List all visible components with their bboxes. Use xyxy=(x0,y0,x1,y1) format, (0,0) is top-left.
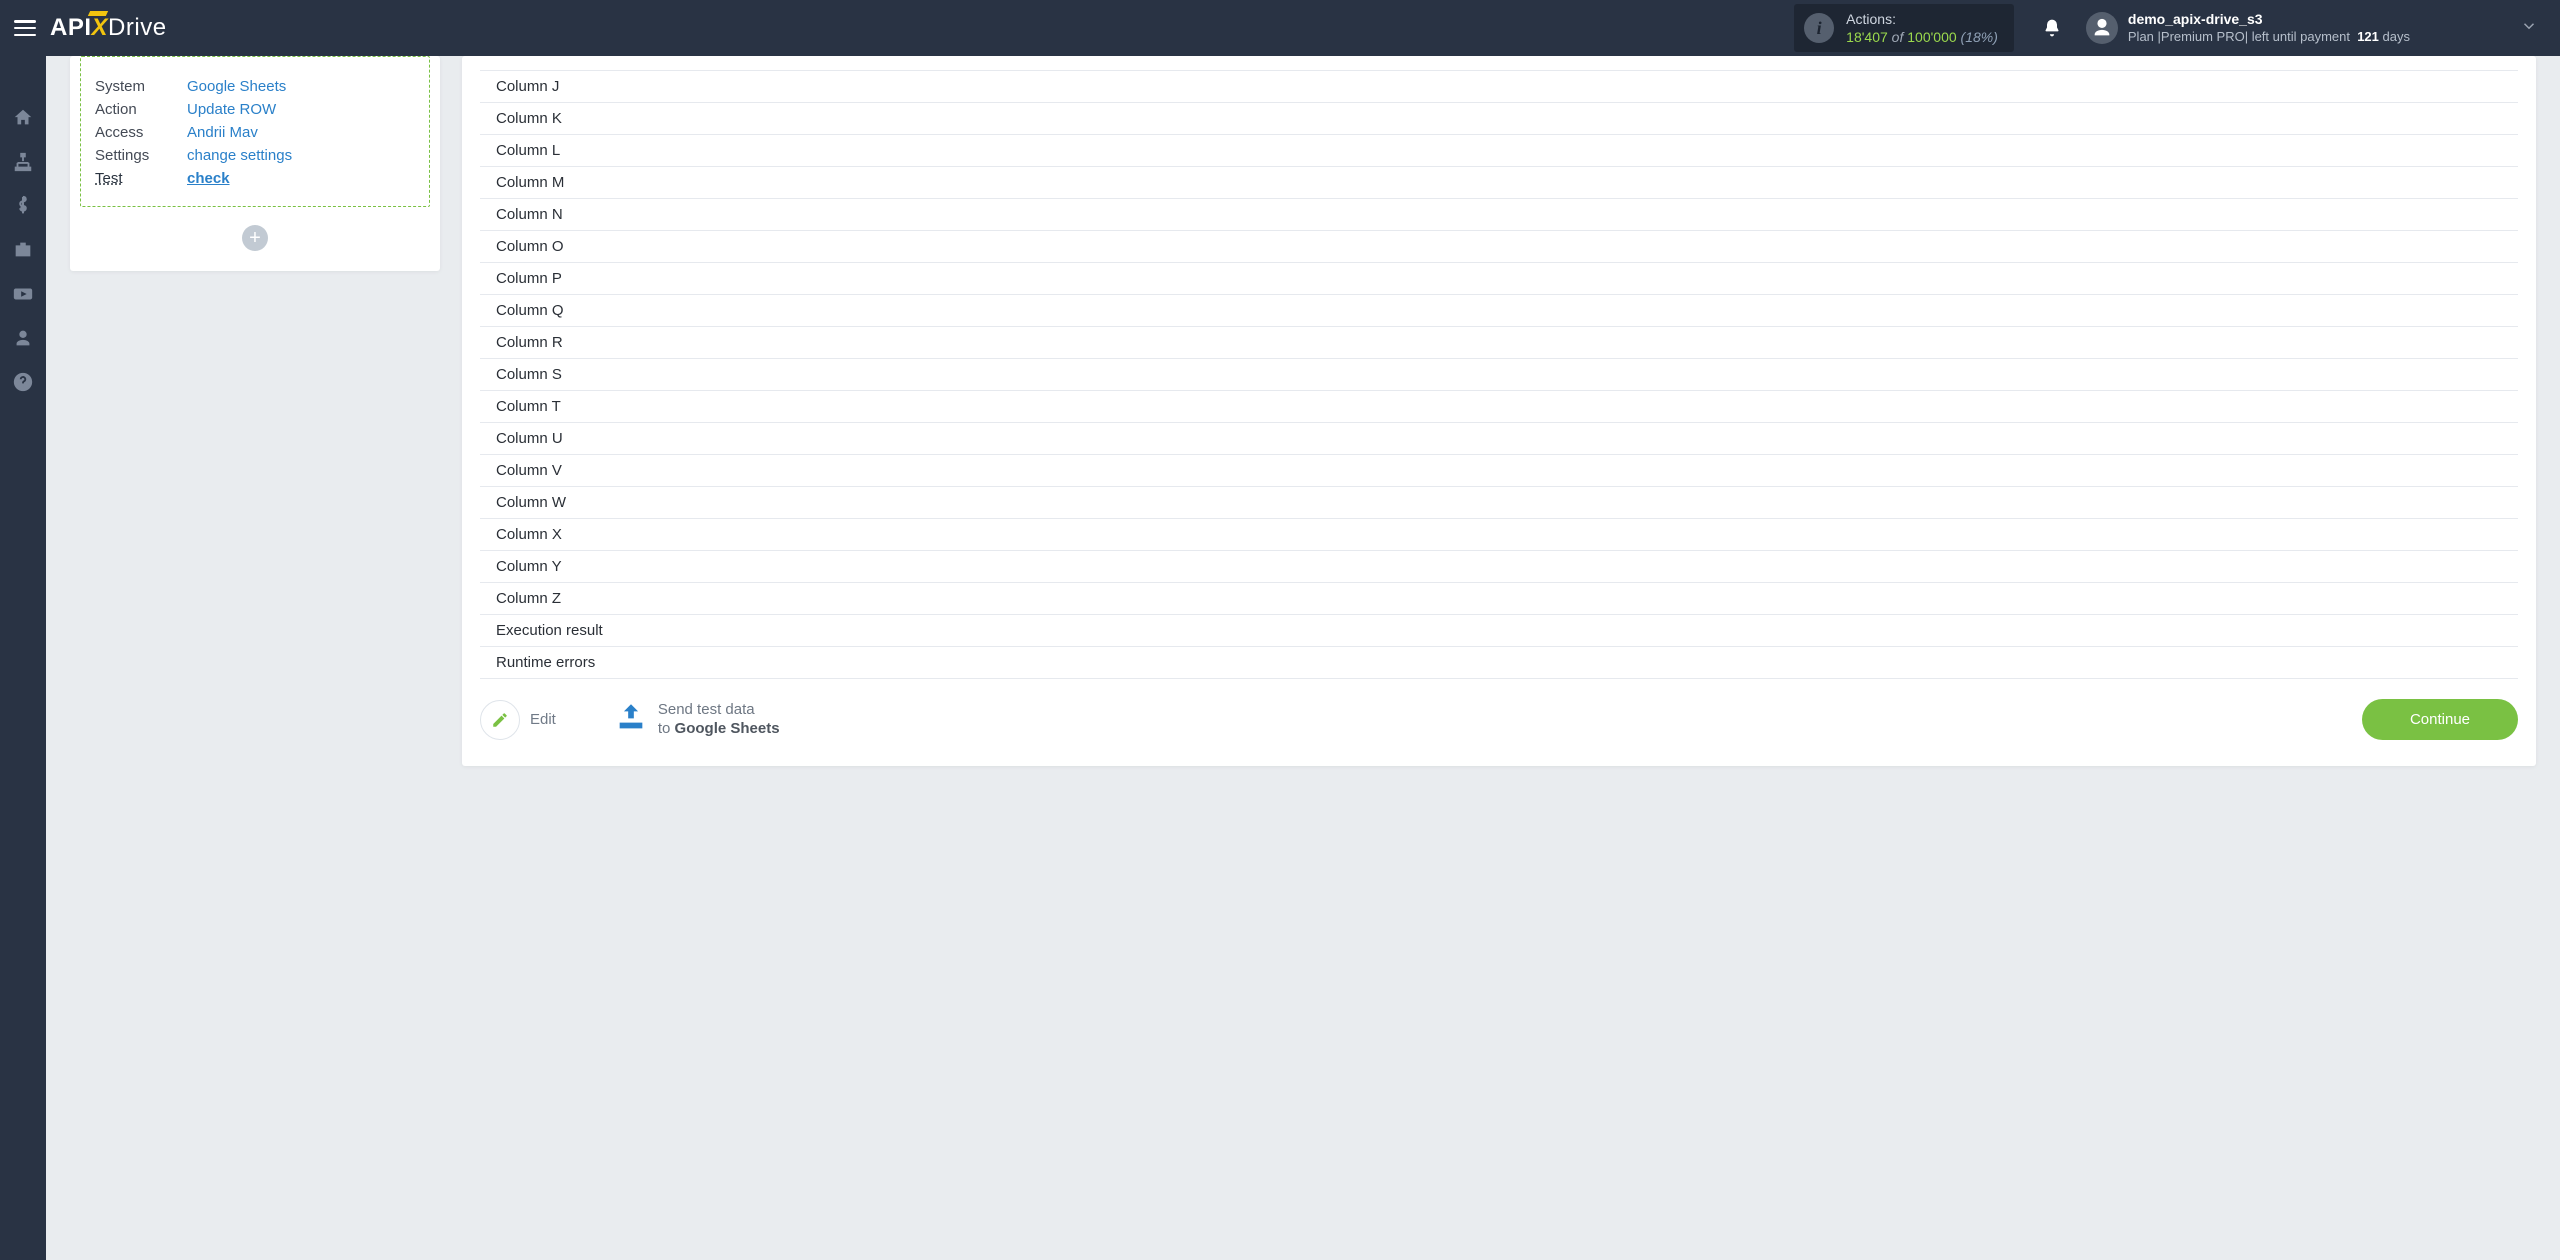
edit-label: Edit xyxy=(530,711,556,728)
config-row: SystemGoogle Sheets xyxy=(95,75,415,98)
plan-name: Premium PRO xyxy=(2161,29,2245,44)
config-value[interactable]: Google Sheets xyxy=(187,78,286,95)
hamburger-menu-button[interactable] xyxy=(14,20,36,36)
column-row[interactable]: Column U xyxy=(480,423,2518,455)
column-row[interactable]: Execution result xyxy=(480,615,2518,647)
send-test-data-button[interactable]: Send test data to Google Sheets xyxy=(614,700,780,739)
user-info: demo_apix-drive_s3 Plan |Premium PRO| le… xyxy=(2128,10,2410,45)
logo-text-x: X xyxy=(92,14,109,42)
config-panel: SystemGoogle SheetsActionUpdate ROWAcces… xyxy=(70,56,440,271)
config-label: Action xyxy=(95,101,187,118)
notifications-bell-icon[interactable] xyxy=(2036,12,2068,44)
columns-panel: Column JColumn KColumn LColumn MColumn N… xyxy=(462,56,2536,766)
upload-icon xyxy=(614,700,648,739)
plan-prefix: Plan | xyxy=(2128,29,2161,44)
config-label: Access xyxy=(95,124,187,141)
column-row[interactable]: Column J xyxy=(480,70,2518,103)
nav-help-icon[interactable] xyxy=(5,364,41,400)
add-step-button[interactable]: + xyxy=(242,225,268,251)
user-avatar-icon[interactable] xyxy=(2086,12,2118,44)
plan-suffix: days xyxy=(2383,29,2410,44)
column-row[interactable]: Column S xyxy=(480,359,2518,391)
column-row[interactable]: Column Q xyxy=(480,295,2518,327)
send-line2-prefix: to xyxy=(658,720,675,737)
plan-days: 121 xyxy=(2357,29,2379,44)
edit-button[interactable] xyxy=(480,700,520,740)
config-row: Settingschange settings xyxy=(95,144,415,167)
column-row[interactable]: Column P xyxy=(480,263,2518,295)
column-row[interactable]: Runtime errors xyxy=(480,647,2518,679)
info-icon: i xyxy=(1804,13,1834,43)
user-name: demo_apix-drive_s3 xyxy=(2128,10,2410,28)
top-bar: APIXDrive i Actions: 18'407 of 100'000 (… xyxy=(0,0,2560,56)
actions-pct: (18%) xyxy=(1961,29,1998,45)
column-row[interactable]: Column Z xyxy=(480,583,2518,615)
left-nav-rail xyxy=(0,56,46,1260)
continue-button[interactable]: Continue xyxy=(2362,699,2518,740)
config-value[interactable]: check xyxy=(187,170,230,187)
column-row[interactable]: Column W xyxy=(480,487,2518,519)
config-label: System xyxy=(95,78,187,95)
column-row[interactable]: Column O xyxy=(480,231,2518,263)
column-row[interactable]: Column T xyxy=(480,391,2518,423)
main-area: SystemGoogle SheetsActionUpdate ROWAcces… xyxy=(46,56,2560,1260)
send-line1: Send test data xyxy=(658,701,755,718)
nav-briefcase-icon[interactable] xyxy=(5,232,41,268)
actions-usage-text: Actions: 18'407 of 100'000 (18%) xyxy=(1846,10,1998,46)
app-logo[interactable]: APIXDrive xyxy=(50,14,167,42)
config-box: SystemGoogle SheetsActionUpdate ROWAcces… xyxy=(80,56,430,207)
logo-text-drive: Drive xyxy=(108,14,167,42)
actions-used: 18'407 xyxy=(1846,29,1888,45)
config-value[interactable]: change settings xyxy=(187,147,292,164)
config-label[interactable]: Test xyxy=(95,170,187,187)
nav-youtube-icon[interactable] xyxy=(5,276,41,312)
column-row[interactable]: Column R xyxy=(480,327,2518,359)
columns-list: Column JColumn KColumn LColumn MColumn N… xyxy=(462,70,2536,679)
column-row[interactable]: Column X xyxy=(480,519,2518,551)
user-menu-chevron-down-icon[interactable] xyxy=(2520,17,2538,40)
nav-profile-icon[interactable] xyxy=(5,320,41,356)
send-line2-bold: Google Sheets xyxy=(675,720,780,737)
config-row: AccessAndrii Mav xyxy=(95,121,415,144)
config-row: Testcheck xyxy=(95,167,415,190)
column-row[interactable]: Column V xyxy=(480,455,2518,487)
panel-footer: Edit Send test data to Google Sheets Con… xyxy=(462,679,2536,740)
config-row: ActionUpdate ROW xyxy=(95,98,415,121)
config-label: Settings xyxy=(95,147,187,164)
nav-home-icon[interactable] xyxy=(5,100,41,136)
actions-total: 100'000 xyxy=(1907,29,1956,45)
actions-of: of xyxy=(1892,29,1904,45)
plan-mid: | left until payment xyxy=(2245,29,2350,44)
config-value[interactable]: Update ROW xyxy=(187,101,276,118)
nav-billing-icon[interactable] xyxy=(5,188,41,224)
column-row[interactable]: Column M xyxy=(480,167,2518,199)
config-value[interactable]: Andrii Mav xyxy=(187,124,258,141)
column-row[interactable]: Column N xyxy=(480,199,2518,231)
column-row[interactable]: Column K xyxy=(480,103,2518,135)
nav-connections-icon[interactable] xyxy=(5,144,41,180)
column-row[interactable]: Column Y xyxy=(480,551,2518,583)
logo-text-api: API xyxy=(50,14,92,42)
column-row[interactable]: Column L xyxy=(480,135,2518,167)
actions-label: Actions: xyxy=(1846,10,1998,28)
actions-usage-box[interactable]: i Actions: 18'407 of 100'000 (18%) xyxy=(1794,4,2014,52)
